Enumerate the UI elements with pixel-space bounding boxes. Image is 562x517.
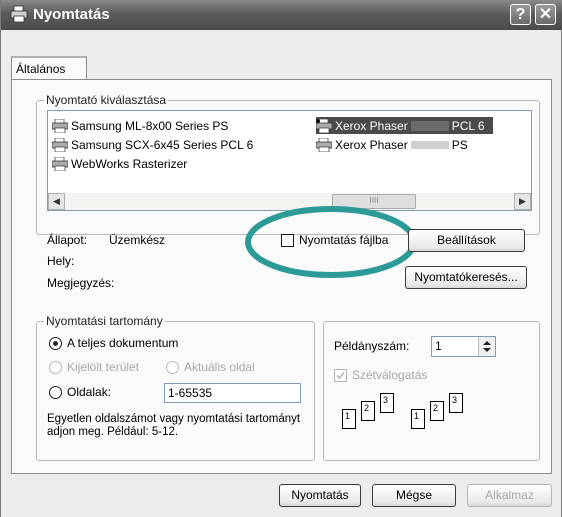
copies-value: 1	[435, 339, 442, 353]
pages-radio[interactable]	[49, 386, 62, 399]
cancel-button[interactable]: Mégse	[372, 484, 456, 507]
selection-radio[interactable]	[49, 361, 62, 374]
printer-group-label: Nyomtató kiválasztása	[44, 93, 169, 107]
printer-icon	[316, 137, 332, 152]
printer-icon	[52, 156, 68, 171]
printer-name: Xerox Phaser	[335, 137, 408, 152]
printer-list[interactable]: Samsung ML-8x00 Series PS Samsung SCX-6x…	[47, 110, 532, 211]
printer-item-samsung-ml[interactable]: Samsung ML-8x00 Series PS	[52, 117, 228, 134]
spin-arrows-icon	[483, 341, 491, 352]
current-page-label[interactable]: Aktuális oldal	[184, 360, 255, 374]
printer-item-webworks[interactable]: WebWorks Rasterizer	[52, 155, 187, 172]
pages-label[interactable]: Oldalak:	[67, 385, 111, 399]
all-pages-label[interactable]: A teljes dokumentum	[67, 336, 178, 350]
status-value: Üzemkész	[109, 233, 166, 247]
page-icon: 2	[430, 401, 444, 421]
redacted-block	[410, 120, 449, 131]
redacted-block	[410, 140, 449, 149]
page-icon: 1	[411, 409, 425, 429]
range-help-text: Egyetlen oldalszámot vagy nyomtatási tar…	[47, 413, 301, 438]
copies-spinner[interactable]	[478, 337, 495, 356]
selection-label[interactable]: Kijelölt terület	[67, 360, 139, 374]
current-page-radio[interactable]	[166, 361, 179, 374]
printer-name-suffix: PCL 6	[451, 118, 485, 133]
default-printer-icon	[316, 118, 332, 133]
status-label: Állapot:	[47, 233, 88, 247]
printer-name: Xerox Phaser	[335, 118, 408, 133]
page-icon: 2	[361, 401, 375, 421]
printer-name-suffix: PS	[451, 137, 468, 152]
help-button[interactable]: ?	[510, 4, 531, 25]
close-button[interactable]: ✕	[535, 4, 556, 25]
checkmark-icon	[336, 371, 345, 380]
printer-item-xerox-pcl6[interactable]: Xerox Phaser PCL 6	[316, 117, 493, 134]
printer-icon	[52, 118, 68, 133]
location-label: Hely:	[47, 254, 75, 268]
copies-label: Példányszám:	[334, 339, 410, 353]
find-printer-button[interactable]: Nyomtatókeresés...	[405, 266, 527, 289]
print-range-label: Nyomtatási tartomány	[44, 314, 165, 328]
printer-item-samsung-scx[interactable]: Samsung SCX-6x45 Series PCL 6	[52, 136, 253, 153]
printer-icon	[52, 137, 68, 152]
page-icon: 3	[380, 393, 394, 413]
printer-item-xerox-ps[interactable]: Xerox Phaser PS	[316, 136, 468, 153]
page-icon: 3	[449, 393, 463, 413]
title-bar[interactable]: Nyomtatás ? ✕	[1, 0, 562, 30]
annotation-ellipse	[245, 206, 417, 278]
window-title: Nyomtatás	[33, 6, 110, 23]
pages-input[interactable]: 1-65535	[164, 383, 301, 403]
collate-label[interactable]: Szétválogatás	[352, 368, 427, 382]
comment-label: Megjegyzés:	[47, 276, 115, 290]
printer-name: Samsung ML-8x00 Series PS	[71, 118, 229, 133]
copies-input[interactable]: 1	[431, 336, 496, 357]
scroll-right-button[interactable]: ▶	[514, 193, 531, 210]
scroll-left-button[interactable]: ◀	[48, 193, 65, 210]
all-pages-radio[interactable]	[49, 337, 62, 350]
printer-icon	[10, 5, 28, 23]
printer-name: Samsung SCX-6x45 Series PCL 6	[71, 137, 254, 152]
print-dialog: Nyomtatás ? ✕ Általános Nyomtató kiválas…	[0, 0, 562, 517]
apply-button[interactable]: Alkalmaz	[467, 484, 552, 507]
print-button[interactable]: Nyomtatás	[279, 484, 361, 507]
printer-name: WebWorks Rasterizer	[71, 156, 188, 171]
collate-checkbox[interactable]	[334, 369, 347, 382]
settings-button[interactable]: Beállítások	[408, 229, 525, 252]
tab-general[interactable]: Általános	[11, 56, 87, 80]
page-icon: 1	[342, 409, 356, 429]
